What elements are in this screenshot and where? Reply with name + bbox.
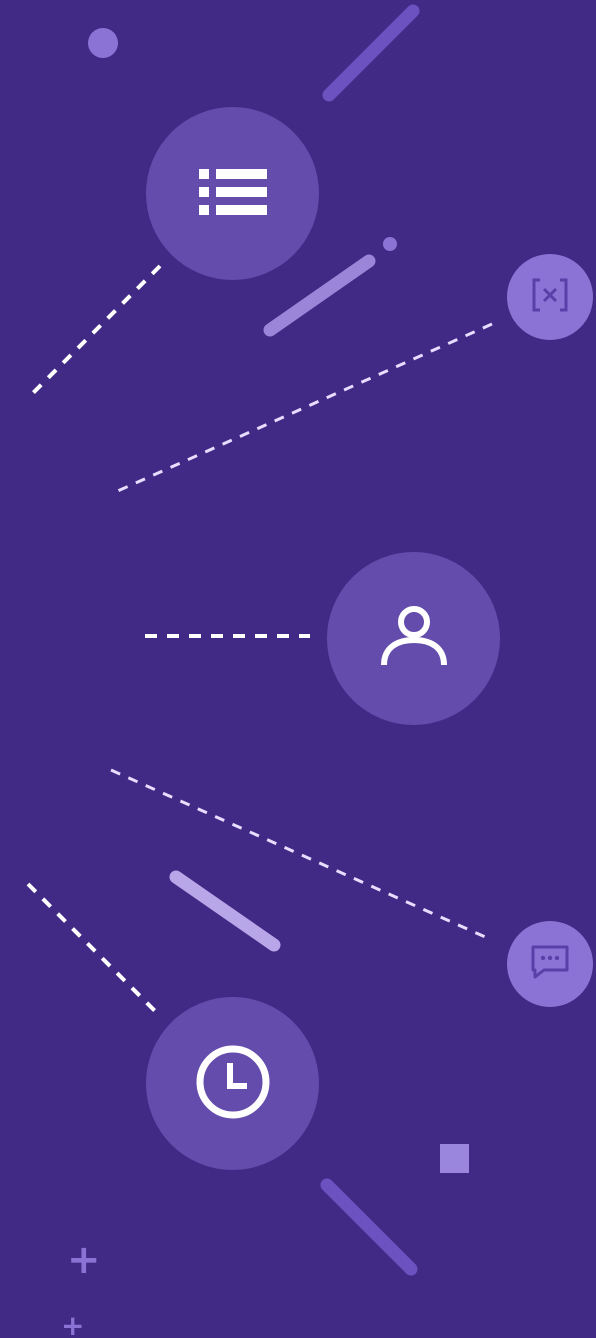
dashed-connector-chat	[110, 768, 493, 942]
dot-small	[383, 237, 397, 251]
square-decoration	[440, 1144, 469, 1173]
plus-decoration-small: +	[61, 1309, 85, 1338]
hub-list	[146, 107, 319, 280]
illustration-canvas: + +	[0, 0, 596, 1338]
stroke-bottom-right	[320, 1178, 418, 1276]
clock-icon	[195, 1044, 271, 1124]
chat-bubble-icon	[530, 944, 570, 984]
dot-top-left	[88, 28, 118, 58]
hub-user	[327, 552, 500, 725]
hub-clock	[146, 997, 319, 1170]
dashed-connector-bracket	[110, 322, 493, 496]
list-icon	[198, 168, 267, 220]
stroke-lower-left	[169, 870, 281, 952]
plus-decoration-large: +	[67, 1237, 101, 1283]
node-variable	[507, 254, 593, 340]
variable-bracket-icon	[532, 278, 568, 316]
dashed-connector-clock	[26, 882, 162, 1018]
node-chat	[507, 921, 593, 1007]
user-icon	[379, 605, 449, 673]
stroke-middle	[263, 254, 376, 337]
dashed-connector-list	[26, 264, 162, 400]
stroke-top-right	[322, 4, 420, 102]
